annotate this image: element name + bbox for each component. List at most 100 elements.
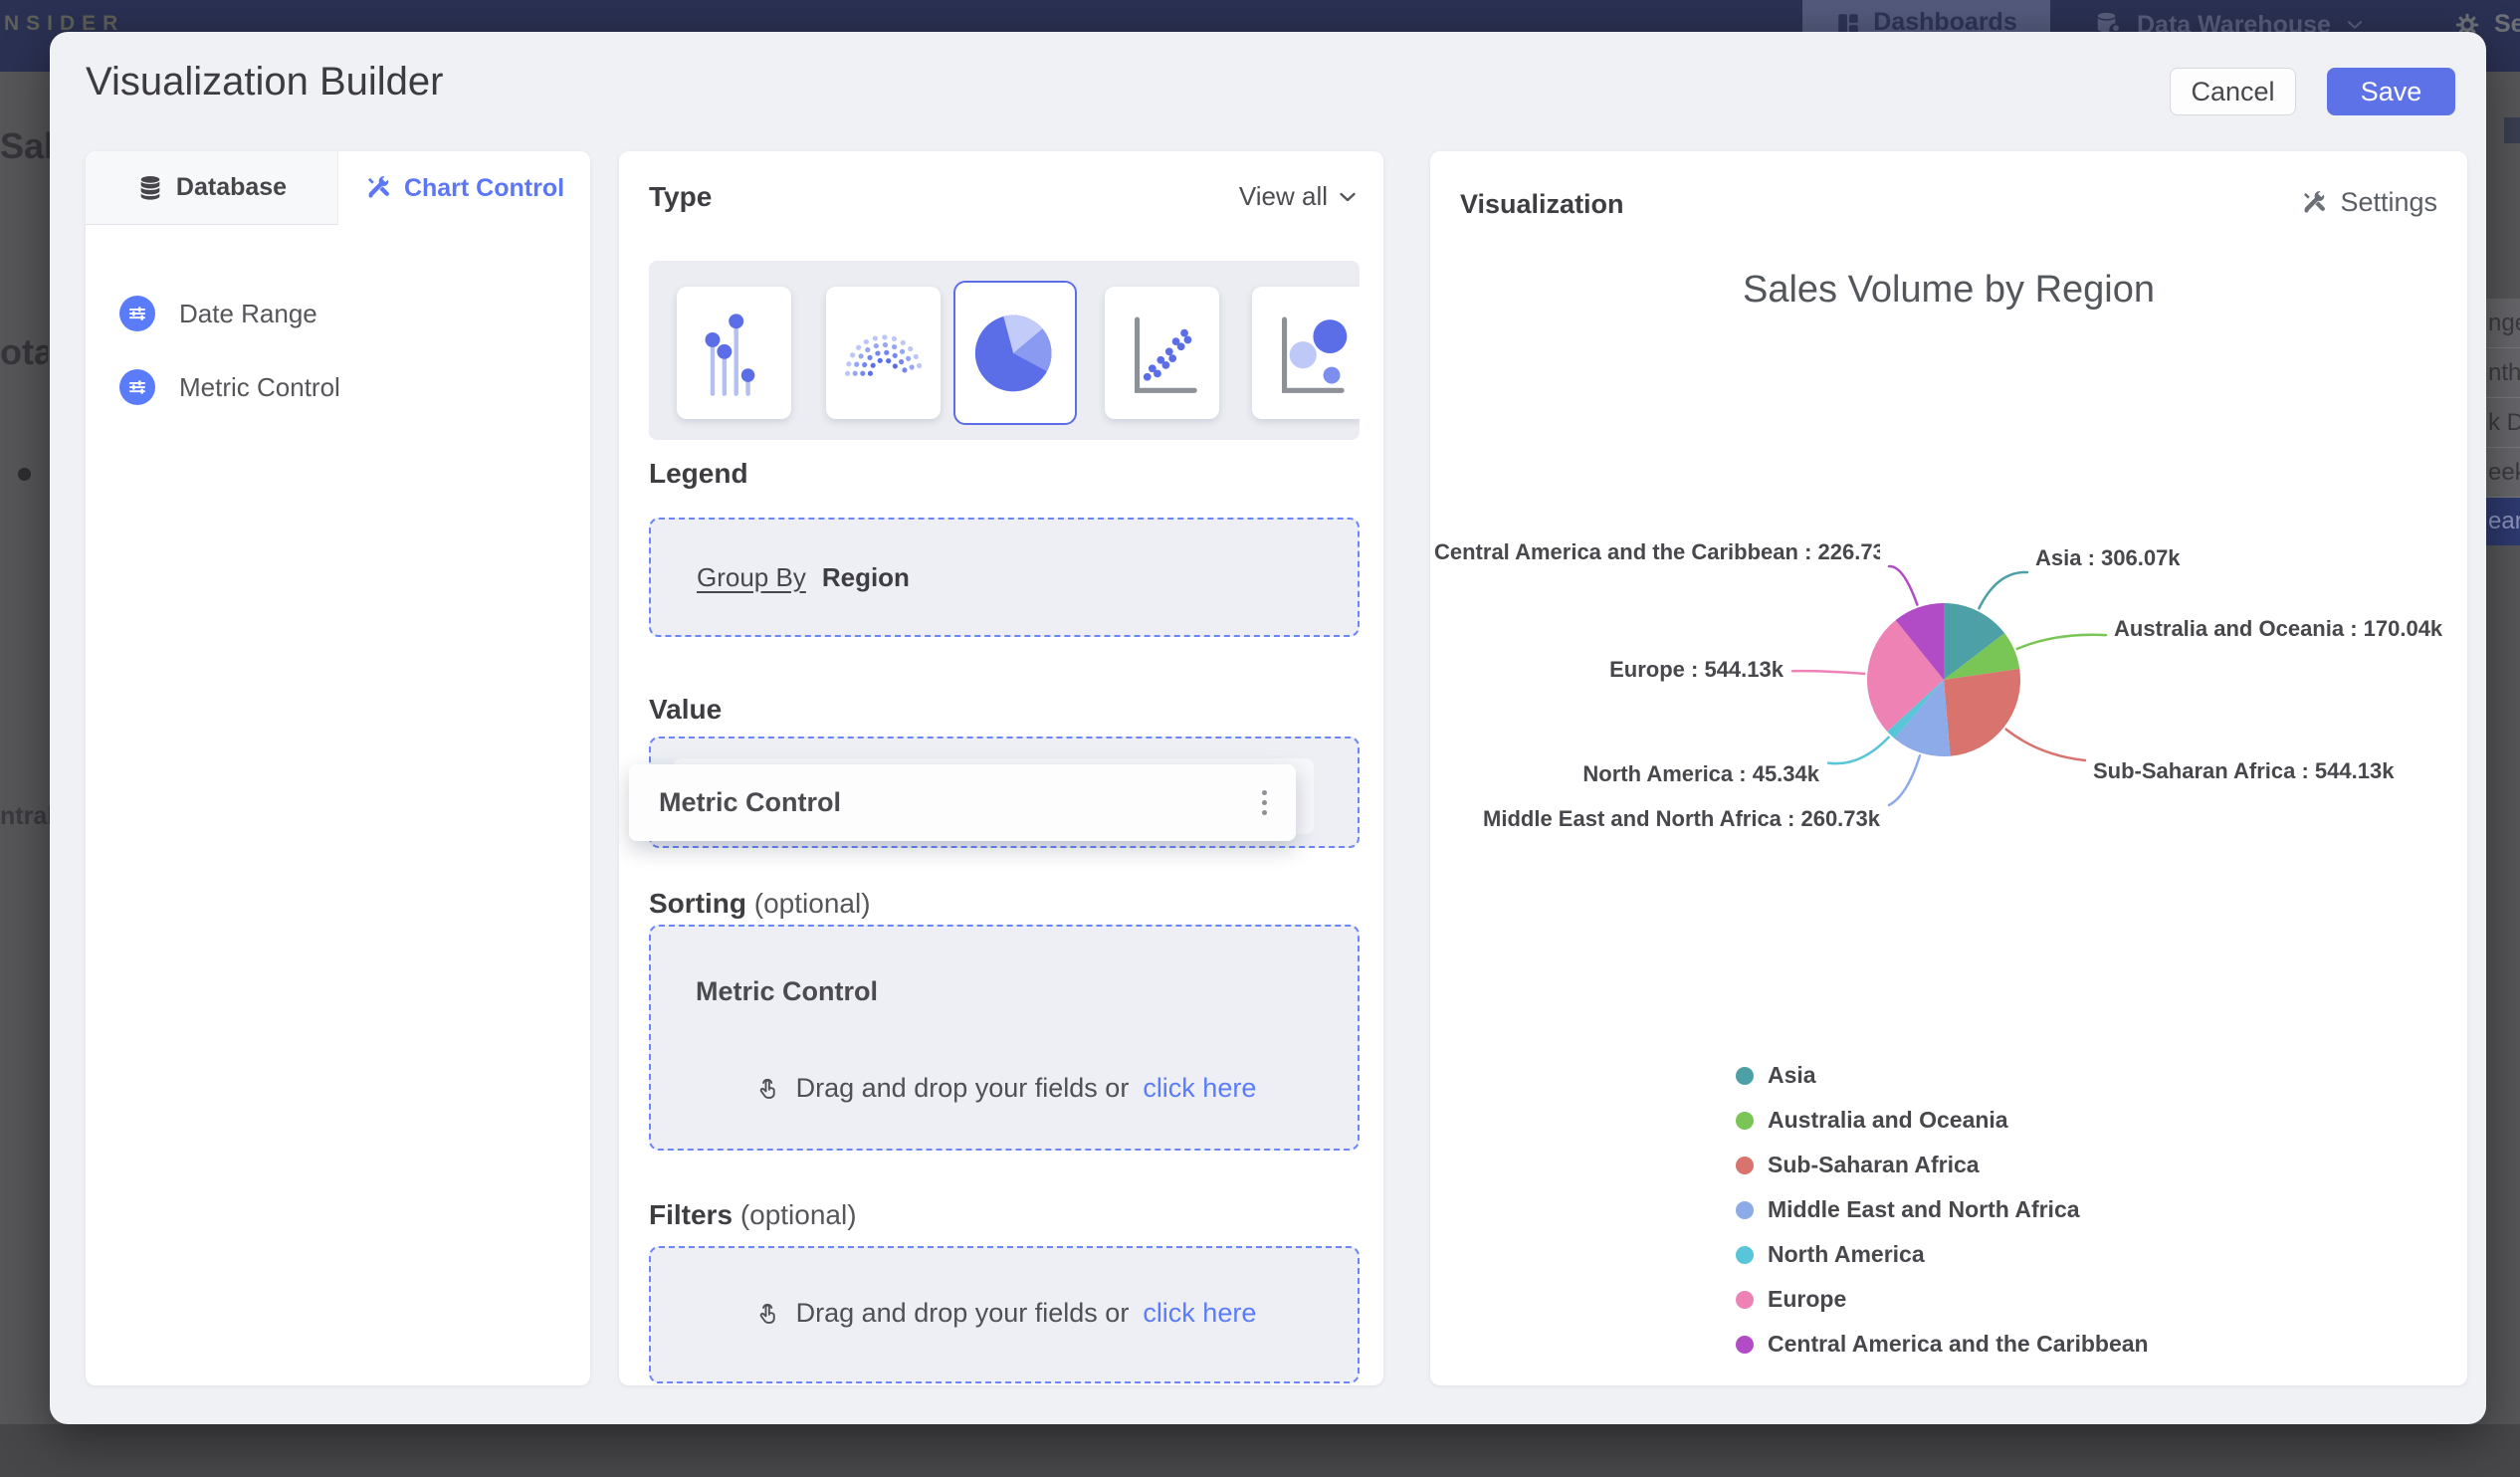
chart-type-bubble[interactable] bbox=[1252, 287, 1360, 419]
scatter-chart-icon bbox=[1134, 316, 1197, 393]
legend-label: Asia bbox=[1768, 1062, 1816, 1088]
panel-tabs: Database Chart Control bbox=[86, 151, 590, 225]
legend-item-4[interactable]: North America bbox=[1736, 1232, 2149, 1277]
legend-dot bbox=[1736, 1111, 1754, 1130]
save-button[interactable]: Save bbox=[2327, 68, 2455, 115]
control-item-date-range[interactable]: Date Range bbox=[86, 277, 590, 350]
legend-label: North America bbox=[1768, 1241, 1925, 1267]
sliders-icon bbox=[119, 369, 155, 405]
sliders-icon bbox=[119, 296, 155, 331]
sorting-drop-zone[interactable]: Metric Control Drag and drop your fields… bbox=[649, 925, 1360, 1151]
pie-label-3: Middle East and North Africa : 260.73k bbox=[1483, 806, 1880, 831]
hand-tap-icon bbox=[752, 1074, 782, 1104]
control-source-panel: Database Chart Control Date Range Metric … bbox=[86, 151, 590, 1385]
control-item-metric-control[interactable]: Metric Control bbox=[86, 350, 590, 424]
tab-database[interactable]: Database bbox=[86, 151, 338, 225]
legend-dot bbox=[1736, 1290, 1754, 1309]
legend-item-5[interactable]: Europe bbox=[1736, 1277, 2149, 1322]
value-field-label: Metric Control bbox=[659, 787, 842, 817]
sorting-heading: Sorting (optional) bbox=[649, 888, 871, 919]
value-field-dragging-card[interactable]: Metric Control bbox=[629, 764, 1296, 841]
drag-drop-text: Drag and drop your fields or bbox=[795, 1298, 1130, 1328]
backdrop-menu-item[interactable]: eek bbox=[2486, 448, 2520, 498]
hand-tap-icon bbox=[752, 1299, 782, 1329]
type-heading: Type bbox=[649, 181, 713, 212]
legend-dot bbox=[1736, 1335, 1754, 1354]
visualization-panel: Visualization Settings Sales Volume by R… bbox=[1430, 151, 2467, 1385]
pie-chart-icon bbox=[974, 315, 1052, 391]
legend-dot bbox=[1736, 1245, 1754, 1264]
group-by-label[interactable]: Group By bbox=[697, 562, 806, 593]
legend-item-0[interactable]: Asia bbox=[1736, 1053, 2149, 1098]
view-all-button[interactable]: View all bbox=[1239, 181, 1360, 212]
backdrop-menu-item[interactable]: ear bbox=[2486, 498, 2520, 545]
sorting-field-label: Metric Control bbox=[696, 976, 879, 1006]
pie-label-6: Central America and the Caribbean : 226.… bbox=[1434, 539, 1880, 564]
backdrop-bottom-band bbox=[0, 1424, 2520, 1477]
nav-settings-label: Se bbox=[2494, 10, 2520, 38]
pie-leader-line-4 bbox=[1826, 736, 1890, 765]
tab-chart-control-label: Chart Control bbox=[403, 173, 565, 202]
chart-type-lollipop[interactable] bbox=[677, 287, 791, 419]
bubble-chart-icon bbox=[1281, 316, 1347, 393]
pie-label-1: Australia and Oceania : 170.04k bbox=[2114, 616, 2443, 641]
sorting-drag-drop-row: Drag and drop your fields or click here bbox=[651, 1073, 1358, 1104]
chart-type-strip bbox=[649, 261, 1360, 440]
kebab-menu-icon[interactable] bbox=[1260, 790, 1268, 815]
app-root: NSIDER Dashboards Data Warehouse Se Sal … bbox=[0, 0, 2520, 1477]
builder-panel: Type View all Legend Group By Region Val… bbox=[619, 151, 1383, 1385]
legend-label: Central America and the Caribbean bbox=[1768, 1331, 2149, 1357]
control-item-list: Date Range Metric Control bbox=[86, 277, 590, 424]
backdrop-dropdown-menu: ngenthk Deekear bbox=[2486, 299, 2520, 545]
filters-drop-zone[interactable]: Drag and drop your fields or click here bbox=[649, 1246, 1360, 1383]
pie-slice-2[interactable] bbox=[1944, 668, 2020, 756]
click-here-link[interactable]: click here bbox=[1143, 1298, 1256, 1329]
view-all-label: View all bbox=[1238, 181, 1328, 211]
legend-item-1[interactable]: Australia and Oceania bbox=[1736, 1098, 2149, 1143]
pie-leader-line-6 bbox=[1887, 564, 1919, 606]
legend-label: Europe bbox=[1768, 1286, 1847, 1312]
database-icon bbox=[136, 174, 164, 202]
legend-item-6[interactable]: Central America and the Caribbean bbox=[1736, 1322, 2149, 1367]
backdrop-button-fragment bbox=[2504, 117, 2520, 143]
legend-drop-zone[interactable]: Group By Region bbox=[649, 518, 1360, 637]
legend-heading: Legend bbox=[649, 458, 748, 489]
backdrop-subhead-fragment: ota bbox=[0, 331, 48, 372]
filters-drag-drop-row: Drag and drop your fields or click here bbox=[651, 1298, 1358, 1329]
legend-item-2[interactable]: Sub-Saharan Africa bbox=[1736, 1143, 2149, 1187]
arc-dots-chart-icon bbox=[844, 333, 923, 376]
legend-item-3[interactable]: Middle East and North Africa bbox=[1736, 1187, 2149, 1232]
legend-dot bbox=[1736, 1156, 1754, 1174]
legend-dot bbox=[1736, 1066, 1754, 1085]
chart-type-scatter[interactable] bbox=[1105, 287, 1219, 419]
tools-icon bbox=[364, 174, 392, 202]
lollipop-chart-icon bbox=[704, 313, 754, 396]
legend-dot bbox=[1736, 1200, 1754, 1219]
filters-heading: Filters (optional) bbox=[649, 1199, 857, 1230]
backdrop-bullet bbox=[18, 468, 31, 481]
backdrop-headline-fragment: Sal bbox=[0, 125, 50, 166]
control-item-label: Date Range bbox=[179, 298, 317, 328]
drag-drop-text: Drag and drop your fields or bbox=[795, 1073, 1130, 1103]
pie-leader-line-2 bbox=[2004, 728, 2087, 762]
tab-chart-control[interactable]: Chart Control bbox=[338, 151, 590, 225]
pie-leader-line-5 bbox=[1790, 669, 1866, 676]
cancel-button[interactable]: Cancel bbox=[2170, 68, 2296, 115]
value-heading: Value bbox=[649, 694, 723, 725]
chart-type-arc-dots[interactable] bbox=[826, 287, 941, 419]
click-here-link[interactable]: click here bbox=[1143, 1073, 1256, 1104]
group-by-value: Region bbox=[821, 561, 910, 592]
legend-label: Sub-Saharan Africa bbox=[1768, 1152, 1980, 1177]
pie-leader-line-0 bbox=[1978, 570, 2029, 610]
legend-label: Australia and Oceania bbox=[1768, 1107, 2008, 1133]
backdrop-text-fragment: ntral bbox=[0, 802, 55, 830]
legend-label: Middle East and North Africa bbox=[1768, 1196, 2080, 1222]
backdrop-menu-item[interactable]: nge bbox=[2486, 299, 2520, 348]
chart-type-pie[interactable] bbox=[953, 281, 1077, 425]
backdrop-menu-item[interactable]: nth bbox=[2486, 348, 2520, 398]
pie-leader-line-3 bbox=[1887, 754, 1922, 807]
chevron-down-icon bbox=[1336, 185, 1360, 209]
backdrop-menu-item[interactable]: k D bbox=[2486, 398, 2520, 448]
pie-label-0: Asia : 306.07k bbox=[2035, 545, 2181, 570]
pie-label-4: North America : 45.34k bbox=[1582, 761, 1819, 786]
